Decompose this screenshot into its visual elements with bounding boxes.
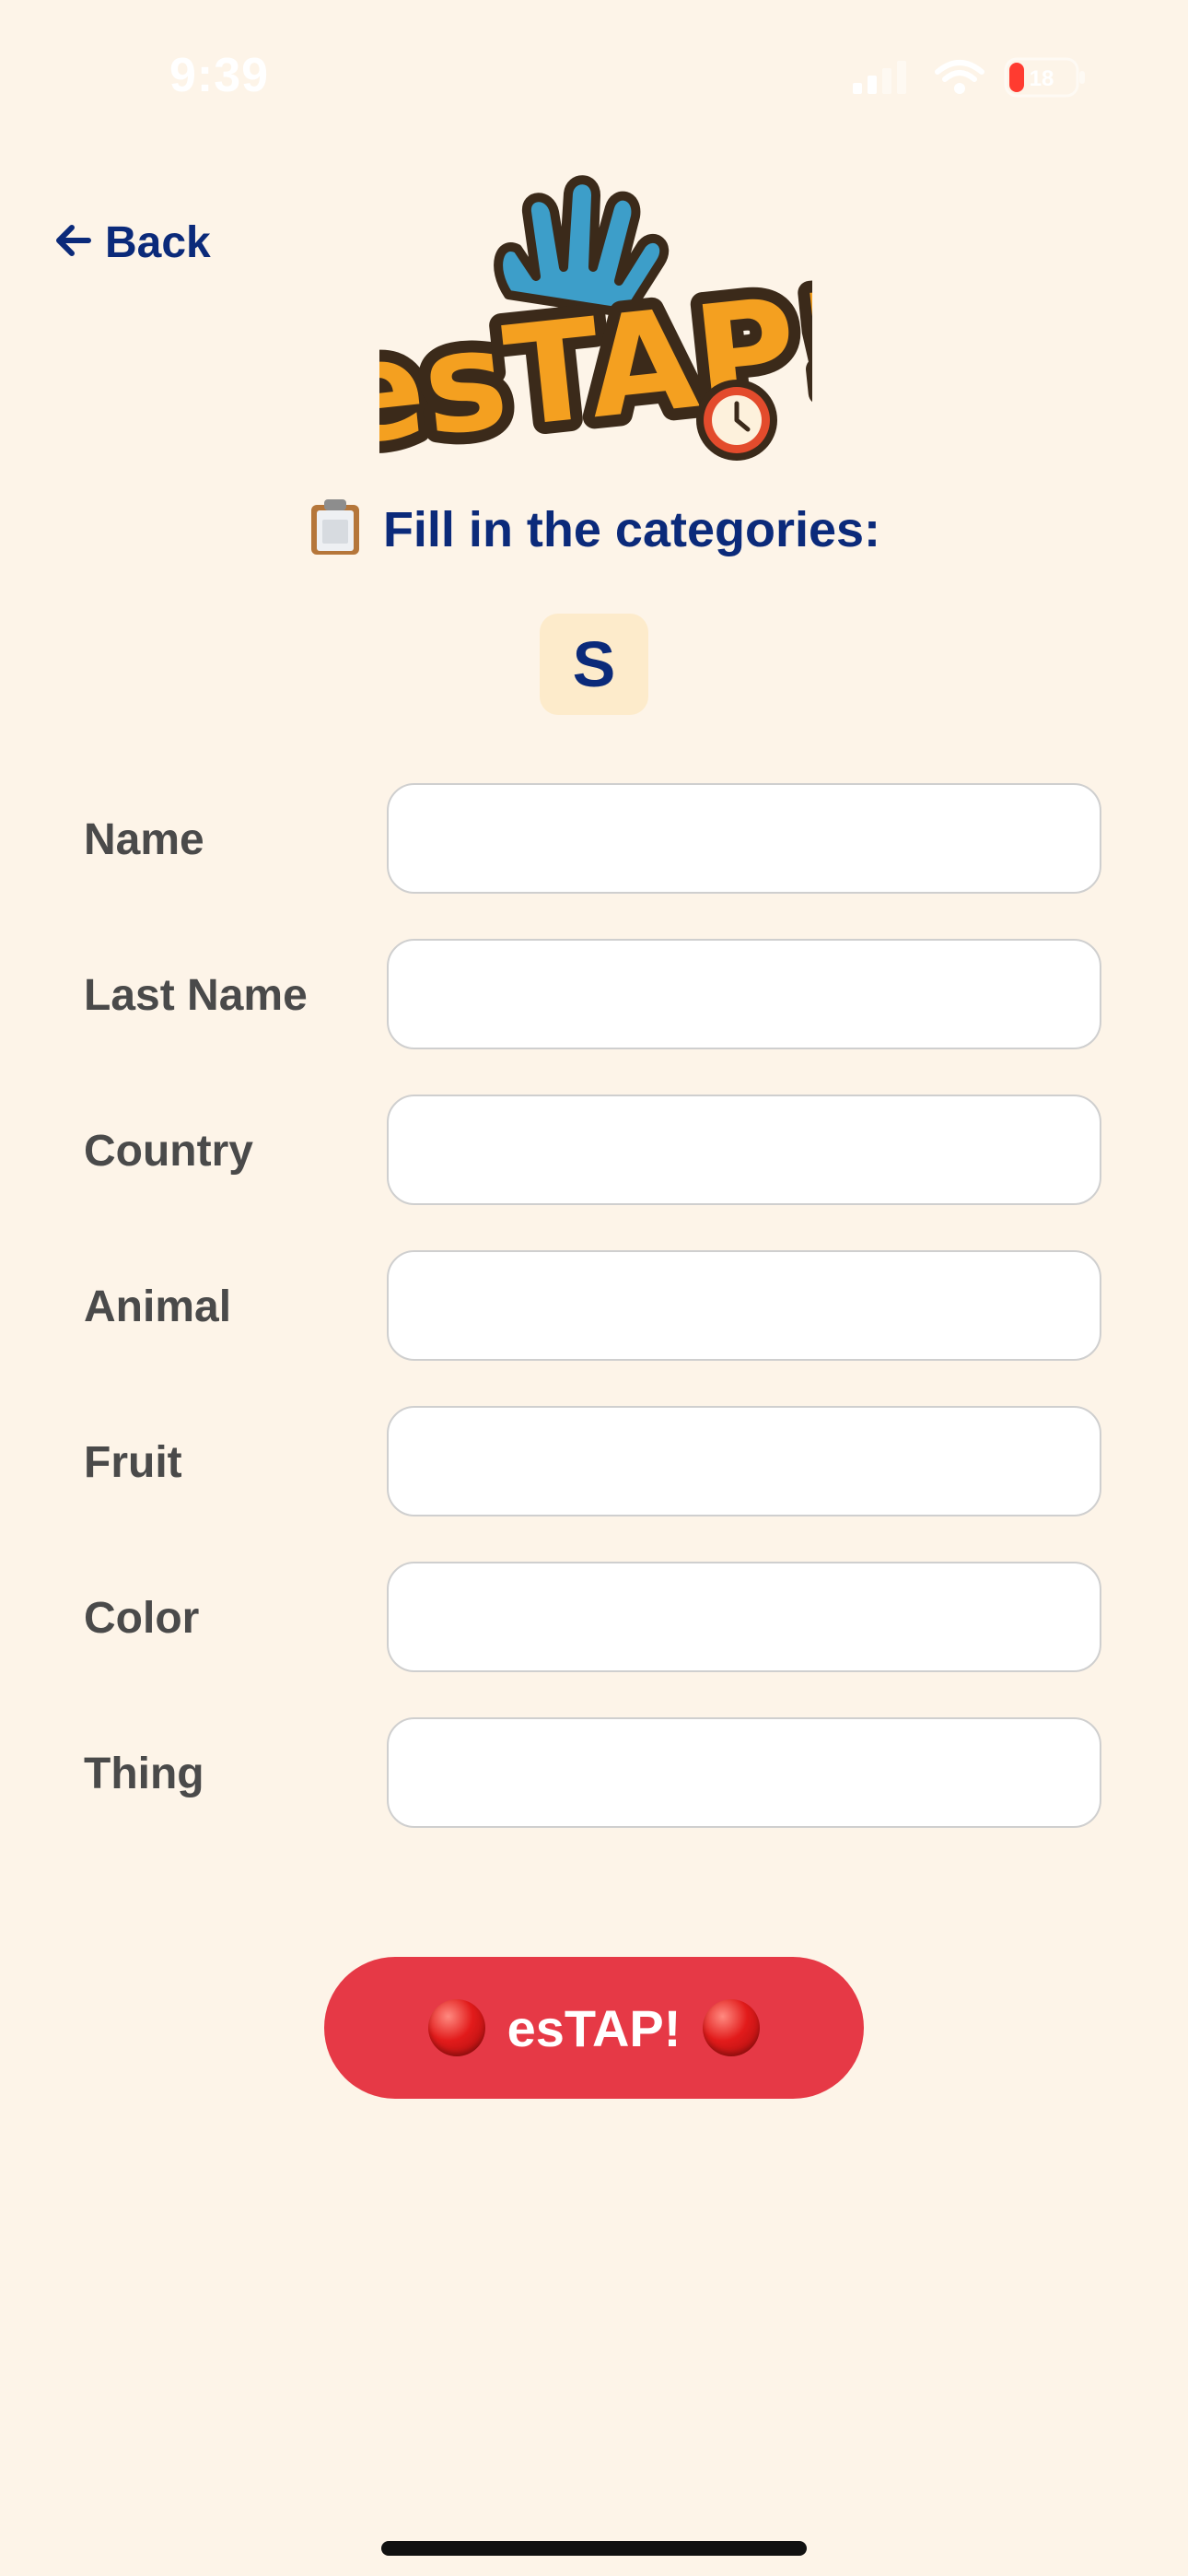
form-row-animal: Animal: [0, 1250, 1188, 1364]
form-row-thing: Thing: [0, 1717, 1188, 1832]
form-row-color: Color: [0, 1562, 1188, 1676]
status-icons: 18: [851, 57, 1087, 98]
home-indicator: [381, 2541, 807, 2556]
fruit-input[interactable]: [387, 1406, 1101, 1516]
name-input[interactable]: [387, 783, 1101, 894]
red-circle-icon: [703, 1999, 761, 2056]
field-label-name: Name: [84, 815, 204, 864]
current-letter-badge: S: [540, 614, 648, 715]
last-name-input[interactable]: [387, 939, 1101, 1049]
status-time: 9:39: [169, 49, 270, 102]
form-row-country: Country: [0, 1095, 1188, 1209]
battery-level: 18: [1030, 66, 1054, 91]
form-row-fruit: Fruit: [0, 1406, 1188, 1520]
estap-logo: esTAP! esTAP!: [310, 175, 879, 489]
country-input[interactable]: [387, 1095, 1101, 1205]
field-label-animal: Animal: [84, 1282, 232, 1331]
status-bar: 9:39 18: [0, 0, 1188, 157]
form-row-name: Name: [0, 783, 1188, 897]
field-label-thing: Thing: [84, 1750, 204, 1798]
field-label-last-name: Last Name: [84, 971, 308, 1020]
red-circle-icon: [427, 1999, 485, 2056]
cellular-signal-icon: [851, 61, 915, 94]
instruction-text: Fill in the categories:: [382, 501, 881, 557]
back-arrow-icon: [55, 224, 92, 262]
field-label-country: Country: [84, 1127, 253, 1176]
thing-input[interactable]: [387, 1717, 1101, 1828]
clipboard-icon: [308, 498, 363, 561]
battery-icon: 18: [1004, 57, 1087, 98]
field-label-fruit: Fruit: [84, 1438, 182, 1487]
submit-label: esTAP!: [507, 1998, 681, 2057]
estap-submit-button[interactable]: esTAP!: [324, 1957, 864, 2099]
animal-input[interactable]: [387, 1250, 1101, 1361]
clock-icon: [696, 380, 777, 461]
instruction: Fill in the categories:: [0, 498, 1188, 561]
back-label: Back: [105, 218, 211, 267]
color-input[interactable]: [387, 1562, 1101, 1672]
wifi-icon: [934, 59, 985, 96]
field-label-color: Color: [84, 1594, 200, 1643]
back-button[interactable]: Back: [55, 217, 211, 268]
form-row-last-name: Last Name: [0, 939, 1188, 1053]
